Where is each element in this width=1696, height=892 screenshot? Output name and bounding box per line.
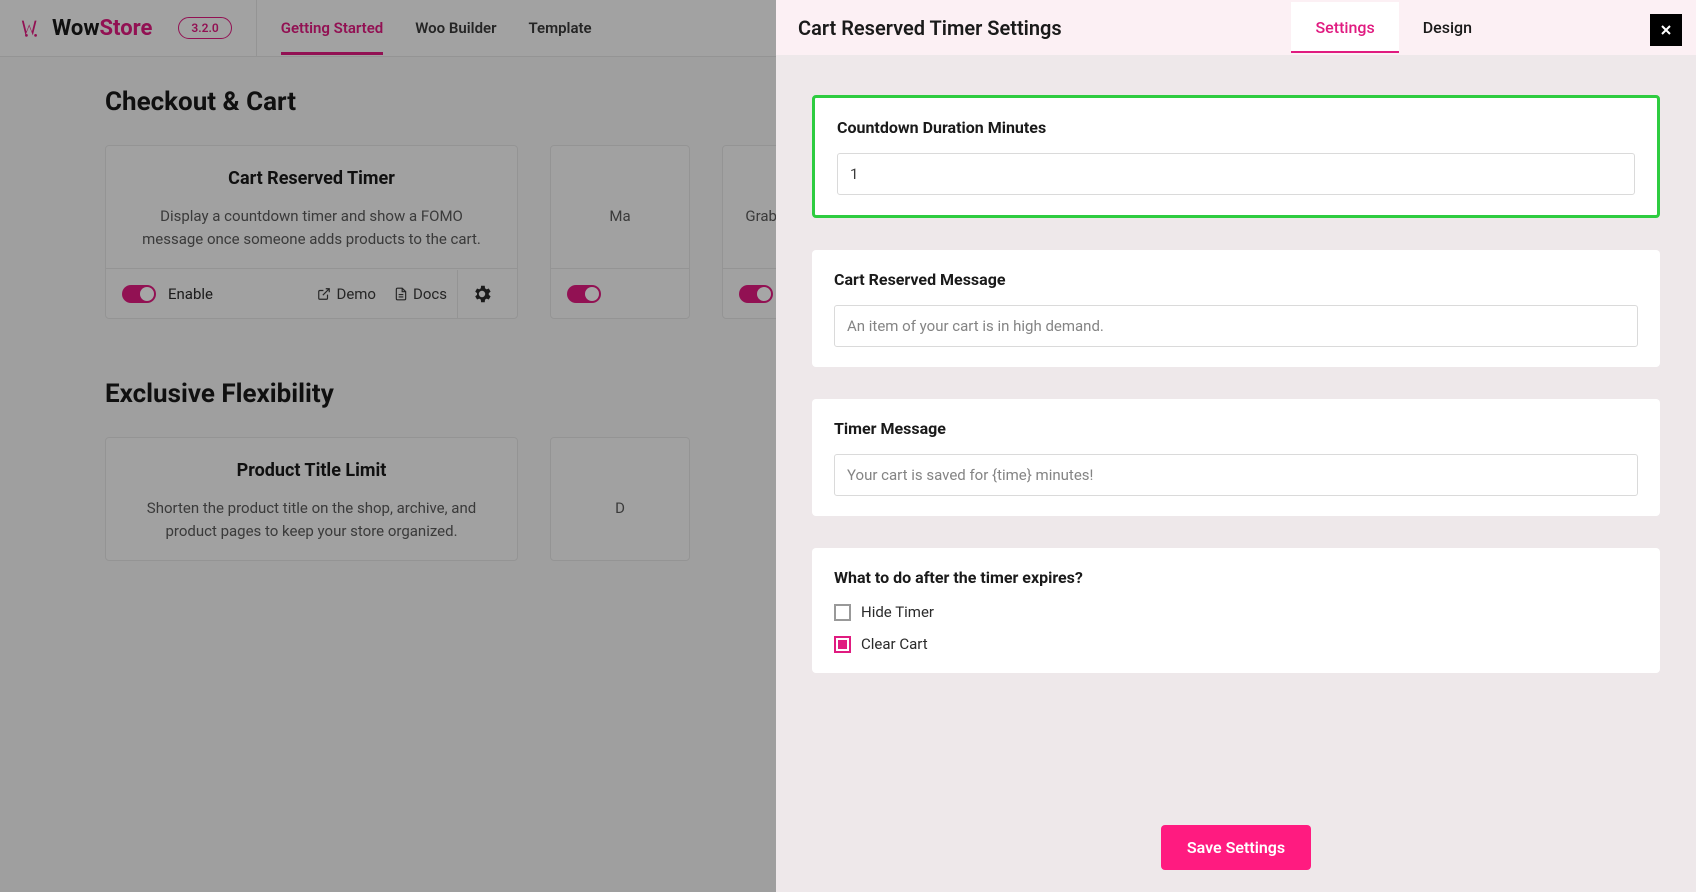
checkbox-label: Hide Timer xyxy=(861,603,934,621)
checkbox-row-hide-timer: Hide Timer xyxy=(834,603,1638,621)
setting-label: What to do after the timer expires? xyxy=(834,568,1638,587)
setting-expire-action: What to do after the timer expires? Hide… xyxy=(812,548,1660,673)
clear-cart-checkbox[interactable] xyxy=(834,636,851,653)
panel-title: Cart Reserved Timer Settings xyxy=(798,16,1062,40)
setting-cart-reserved-message: Cart Reserved Message xyxy=(812,250,1660,367)
setting-countdown-duration: Countdown Duration Minutes xyxy=(812,95,1660,218)
panel-footer: Save Settings xyxy=(776,807,1696,892)
setting-label: Cart Reserved Message xyxy=(834,270,1638,289)
timer-message-input[interactable] xyxy=(834,454,1638,496)
hide-timer-checkbox[interactable] xyxy=(834,604,851,621)
settings-panel: Cart Reserved Timer Settings Settings De… xyxy=(776,0,1696,892)
setting-label: Countdown Duration Minutes xyxy=(837,118,1635,137)
panel-tabs: Settings Design xyxy=(1291,2,1496,53)
panel-header: Cart Reserved Timer Settings Settings De… xyxy=(776,0,1696,55)
checkbox-row-clear-cart: Clear Cart xyxy=(834,635,1638,653)
panel-tab-settings[interactable]: Settings xyxy=(1291,2,1398,53)
cart-reserved-message-input[interactable] xyxy=(834,305,1638,347)
save-settings-button[interactable]: Save Settings xyxy=(1161,825,1311,870)
panel-tab-design[interactable]: Design xyxy=(1399,2,1496,53)
close-button[interactable] xyxy=(1650,14,1682,46)
setting-label: Timer Message xyxy=(834,419,1638,438)
panel-body: Countdown Duration Minutes Cart Reserved… xyxy=(776,55,1696,807)
close-icon xyxy=(1658,22,1674,38)
checkbox-label: Clear Cart xyxy=(861,635,928,653)
setting-timer-message: Timer Message xyxy=(812,399,1660,516)
countdown-duration-input[interactable] xyxy=(837,153,1635,195)
checkbox-group: Hide Timer Clear Cart xyxy=(834,603,1638,653)
